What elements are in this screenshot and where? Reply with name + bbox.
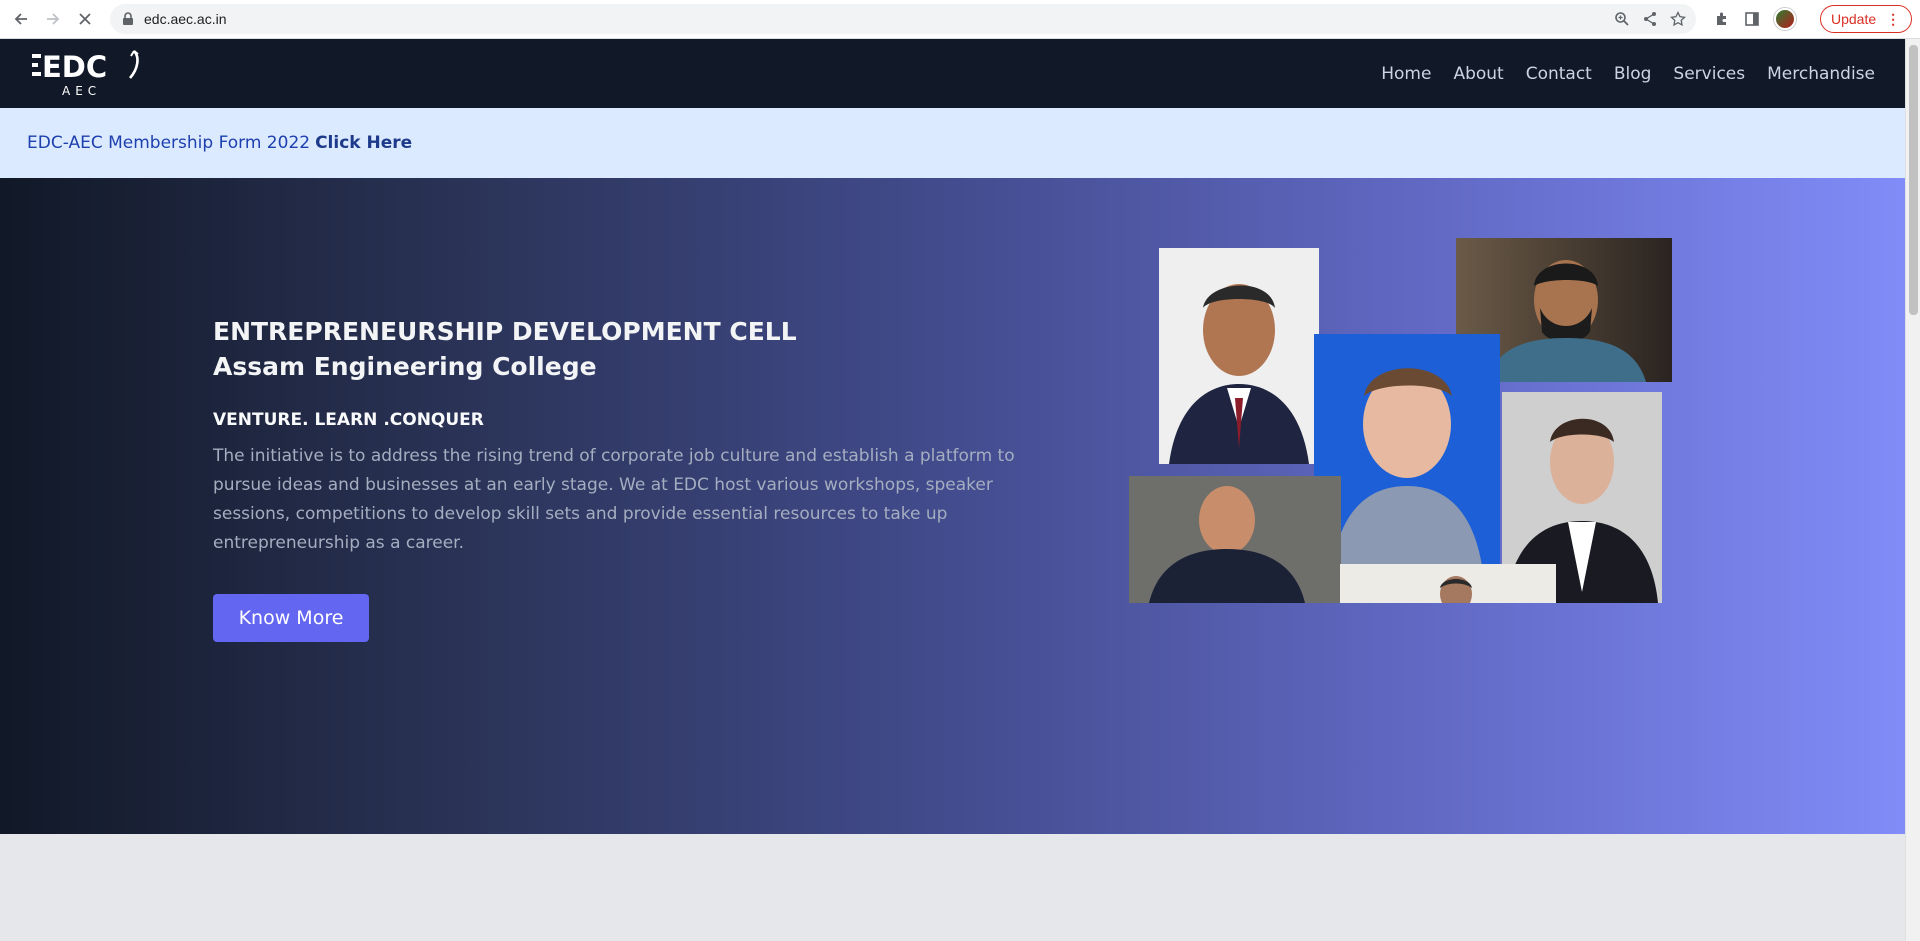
logo-text: EDC [42,50,107,84]
entrepreneur-photo [1314,334,1500,566]
entrepreneur-photo [1129,476,1341,603]
close-icon [79,13,91,25]
hero-tagline: VENTURE. LEARN .CONQUER [213,410,484,430]
entrepreneur-photo [1159,248,1319,464]
nav-contact[interactable]: Contact [1526,64,1592,84]
star-icon[interactable] [1670,11,1686,27]
site-header: EDC AEC Home About Contact Blog Services… [0,39,1905,108]
share-icon[interactable] [1642,11,1658,27]
browser-toolbar: edc.aec.ac.in Update ⋮ [0,0,1920,39]
nav-about[interactable]: About [1453,64,1503,84]
logo-subtext: AEC [62,84,101,98]
arrow-right-icon [47,13,60,25]
update-label: Update [1831,11,1877,27]
lock-icon [123,12,133,25]
address-bar[interactable]: edc.aec.ac.in [110,4,1696,34]
hero-description: The initiative is to address the rising … [213,446,1015,553]
banner-text: EDC-AEC Membership Form 2022 [27,133,311,153]
entrepreneur-photo-collage [1128,238,1672,608]
main-nav: Home About Contact Blog Services Merchan… [1381,39,1875,108]
page-viewport: EDC AEC Home About Contact Blog Services… [0,39,1905,941]
nav-services[interactable]: Services [1673,64,1745,84]
arrow-left-icon [14,13,27,25]
nav-merchandise[interactable]: Merchandise [1767,64,1875,84]
hero-title-line1: ENTREPRENEURSHIP DEVELOPMENT CELL [213,317,797,346]
nav-blog[interactable]: Blog [1614,64,1652,84]
stop-loading-button[interactable] [71,5,99,33]
nav-home[interactable]: Home [1381,64,1431,84]
next-section [0,834,1905,941]
url-text: edc.aec.ac.in [144,11,227,27]
profile-avatar[interactable] [1774,8,1796,30]
edc-logo[interactable]: EDC AEC [30,47,150,101]
forward-button[interactable] [39,5,67,33]
membership-banner: EDC-AEC Membership Form 2022 Click Here [0,108,1905,178]
scrollbar-thumb[interactable] [1909,45,1918,315]
more-vert-icon: ⋮ [1886,10,1901,27]
extensions-icon[interactable] [1714,11,1730,27]
hero-title: ENTREPRENEURSHIP DEVELOPMENT CELL Assam … [213,314,797,384]
entrepreneur-photo [1340,564,1556,603]
know-more-button[interactable]: Know More [213,594,369,642]
side-panel-icon[interactable] [1744,11,1760,27]
page-scrollbar[interactable] [1905,39,1920,941]
hero-title-line2: Assam Engineering College [213,352,597,381]
zoom-icon[interactable] [1614,11,1630,27]
back-button[interactable] [7,5,35,33]
hero-section: ENTREPRENEURSHIP DEVELOPMENT CELL Assam … [0,178,1905,834]
update-button[interactable]: Update ⋮ [1820,5,1912,33]
banner-link[interactable]: Click Here [315,133,412,153]
